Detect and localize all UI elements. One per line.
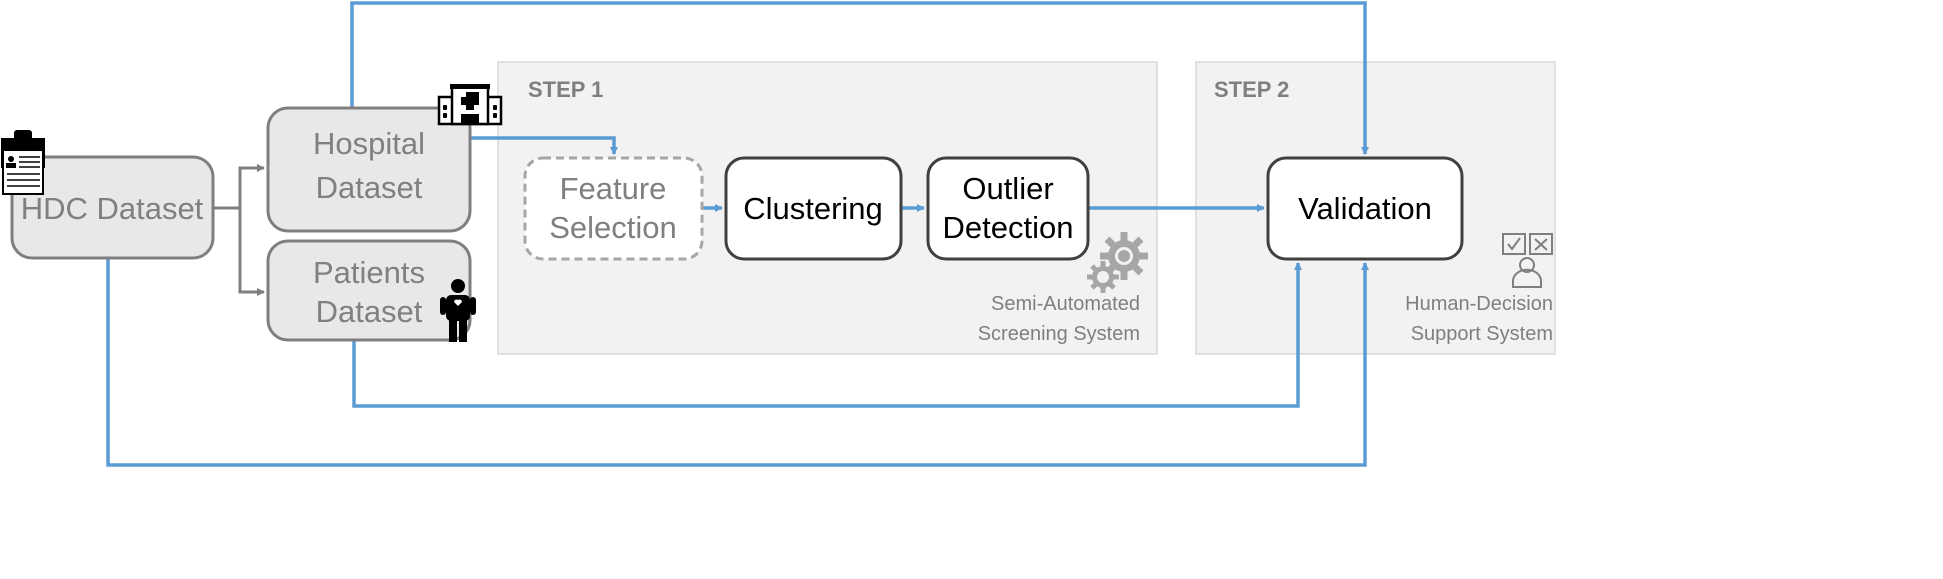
outlier-label: Detection	[943, 210, 1074, 245]
step1-caption: Semi-Automated	[991, 293, 1140, 315]
hospital-label: Hospital	[313, 126, 425, 161]
hospital-icon	[437, 84, 503, 126]
diagram: STEP 1 STEP 2 Semi-Automated Screening S…	[0, 0, 1943, 579]
outlier-label: Outlier	[962, 171, 1053, 206]
step1-caption: Screening System	[978, 323, 1140, 345]
step2-caption: Support System	[1411, 323, 1553, 345]
feature-selection-node: Feature Selection	[523, 156, 704, 261]
connector-to-patients	[238, 208, 265, 296]
step1-label: STEP 1	[528, 77, 603, 102]
step2-caption: Human-Decision	[1405, 293, 1553, 315]
feature-label: Feature	[560, 171, 667, 206]
patients-label: Patients	[313, 255, 425, 290]
patients-label: Dataset	[316, 294, 423, 329]
step2-label: STEP 2	[1214, 77, 1289, 102]
clustering-node: Clustering	[724, 156, 903, 261]
outlier-detection-node: Outlier Detection	[926, 156, 1090, 261]
hospital-dataset-node: Hospital Dataset	[266, 106, 472, 233]
clustering-label: Clustering	[743, 191, 883, 226]
patients-dataset-node: Patients Dataset	[266, 239, 472, 342]
clipboard-icon	[1, 130, 45, 195]
hospital-label: Dataset	[316, 170, 423, 205]
feature-label: Selection	[549, 210, 677, 245]
hdc-label: HDC Dataset	[21, 191, 204, 226]
validation-node: Validation	[1266, 156, 1464, 261]
validation-label: Validation	[1298, 191, 1432, 226]
connector-to-hospital	[238, 164, 265, 208]
